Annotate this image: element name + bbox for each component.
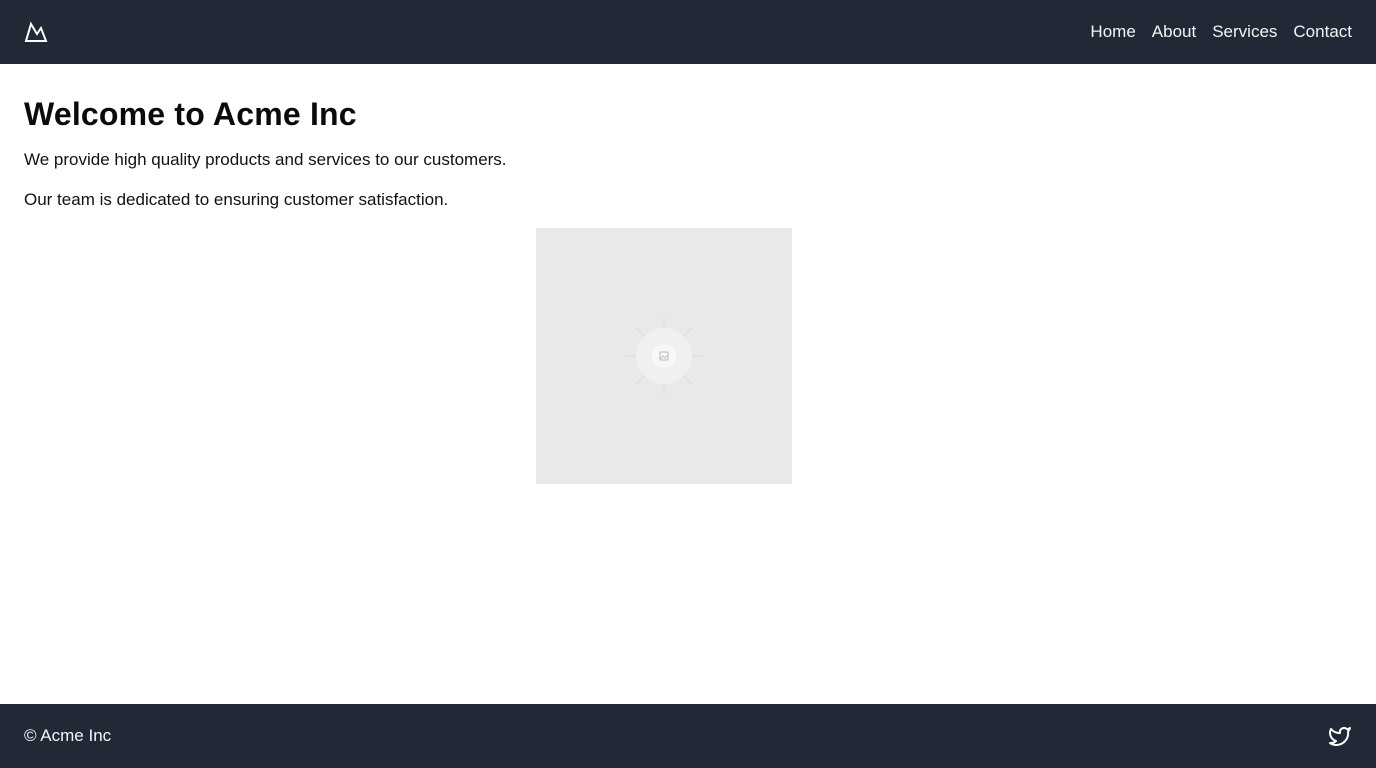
image-placeholder xyxy=(536,228,792,484)
main-content: Welcome to Acme Inc We provide high qual… xyxy=(0,64,1376,704)
nav-about[interactable]: About xyxy=(1152,20,1196,44)
page-title: Welcome to Acme Inc xyxy=(24,96,357,132)
team-paragraph: Our team is dedicated to ensuring custom… xyxy=(24,190,449,209)
site-footer: © Acme Inc xyxy=(0,704,1376,768)
logo-link[interactable] xyxy=(24,20,48,44)
nav-home[interactable]: Home xyxy=(1090,20,1135,44)
nav-services[interactable]: Services xyxy=(1212,20,1277,44)
site-header: Home About Services Contact xyxy=(0,0,1376,64)
main-nav: Home About Services Contact xyxy=(1090,20,1352,44)
mountain-icon xyxy=(24,21,48,42)
nav-contact[interactable]: Contact xyxy=(1293,20,1352,44)
copyright-text: © Acme Inc xyxy=(24,726,112,745)
twitter-icon xyxy=(1329,727,1351,746)
twitter-link[interactable] xyxy=(1328,724,1352,748)
page: Home About Services Contact Welcome to A… xyxy=(0,0,1376,768)
image-placeholder-icon xyxy=(536,228,792,484)
intro-paragraph: We provide high quality products and ser… xyxy=(24,150,507,169)
